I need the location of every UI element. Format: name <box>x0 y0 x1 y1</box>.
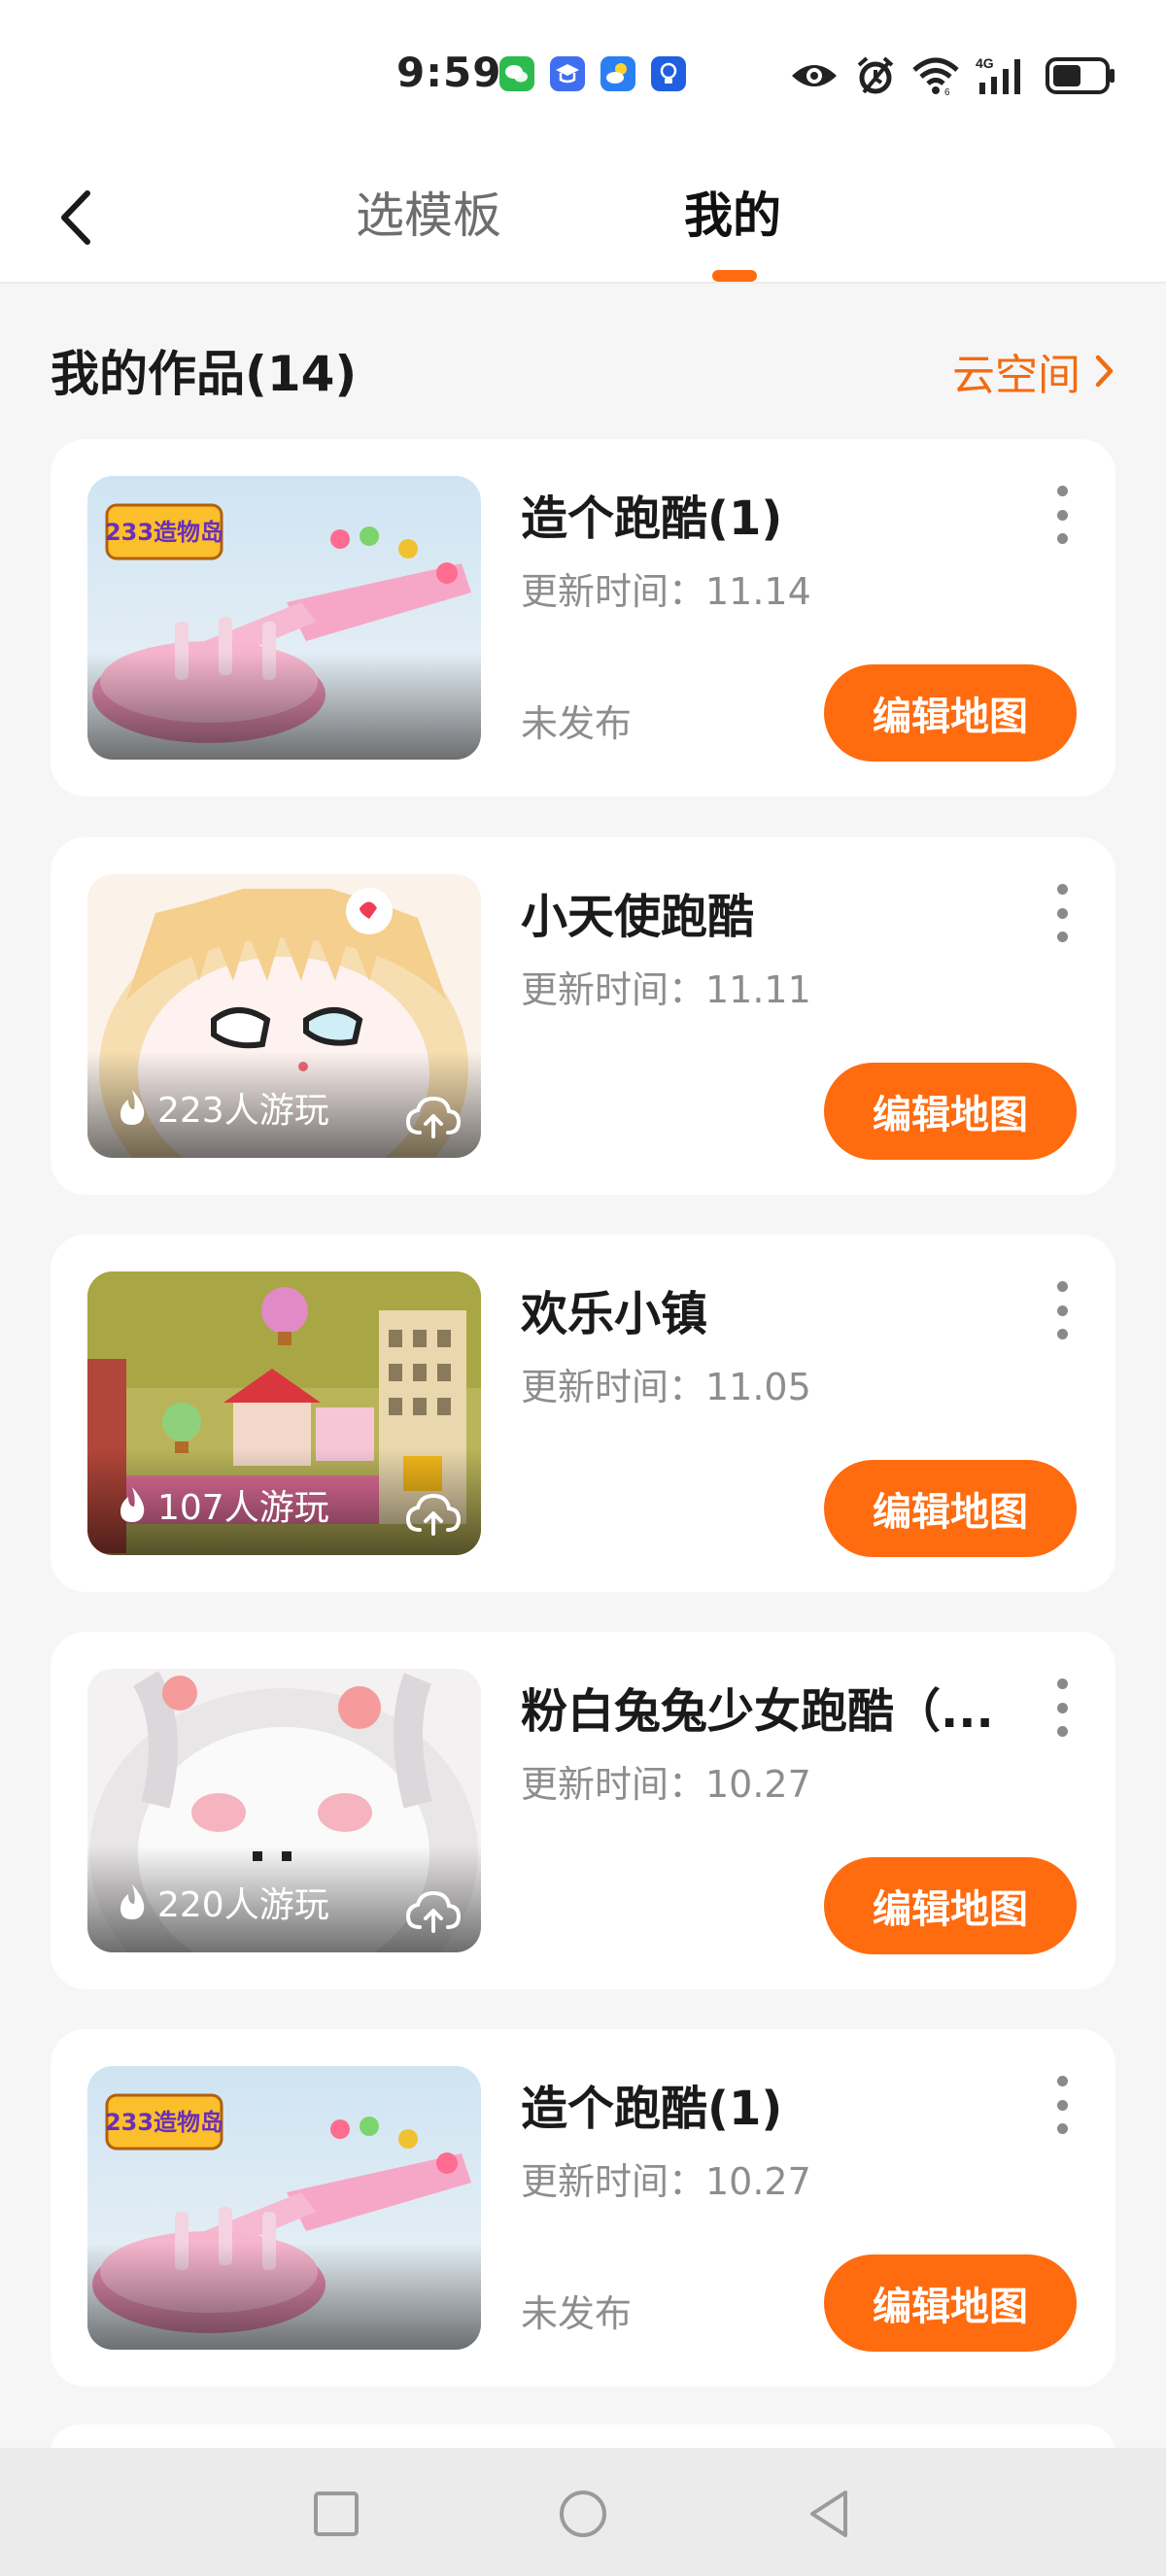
edit-map-button[interactable]: 编辑地图 <box>824 1460 1077 1557</box>
work-updated-time: 更新时间：11.11 <box>521 968 811 1011</box>
active-tab-indicator <box>712 270 757 282</box>
flame-icon <box>120 1090 145 1125</box>
svg-text:4G: 4G <box>976 55 994 71</box>
edit-map-button[interactable]: 编辑地图 <box>824 1857 1077 1954</box>
chevron-right-icon <box>1095 355 1114 388</box>
work-updated-time: 更新时间：11.14 <box>521 570 811 613</box>
more-dot <box>1056 2099 1068 2111</box>
play-count-label: 107人游玩 <box>157 1488 329 1528</box>
edit-map-button[interactable]: 编辑地图 <box>824 664 1077 762</box>
work-card[interactable]: 233造物岛 造个跑酷(1) 更新时间：11.14 未发布 编辑地图 <box>51 439 1115 797</box>
back-button[interactable] <box>47 179 105 256</box>
alarm-icon <box>857 56 894 94</box>
edit-map-button[interactable]: 编辑地图 <box>824 2254 1077 2352</box>
play-count: 107人游玩 <box>117 1479 329 1530</box>
study-app-icon <box>550 56 585 91</box>
work-title: 欢乐小镇 <box>521 1287 708 1341</box>
more-options-button[interactable] <box>1047 2076 1077 2134</box>
work-thumbnail[interactable]: 220人游玩 <box>87 1669 481 1952</box>
weather-app-icon <box>600 56 635 91</box>
work-title: 造个跑酷(1) <box>521 491 783 546</box>
work-title: 造个跑酷(1) <box>521 2082 783 2136</box>
more-options-button[interactable] <box>1047 486 1077 544</box>
more-dot <box>1056 509 1068 521</box>
work-thumbnail[interactable]: 233造物岛 <box>87 2066 481 2350</box>
more-dot <box>1056 486 1068 496</box>
thumb-shade <box>87 2243 481 2350</box>
home-button[interactable] <box>556 2487 610 2541</box>
work-thumbnail[interactable]: 223人游玩 <box>87 874 481 1158</box>
more-dot <box>1056 932 1068 942</box>
recent-apps-button[interactable] <box>309 2487 363 2541</box>
my-works-title: 我的作品(14) <box>51 346 358 402</box>
work-updated-time: 更新时间：10.27 <box>521 2160 811 2203</box>
more-dot <box>1056 1281 1068 1292</box>
work-title: 小天使跑酷 <box>521 890 755 944</box>
more-dot <box>1056 533 1068 544</box>
thumb-shade <box>87 653 481 760</box>
cloud-space-label: 云空间 <box>952 351 1080 400</box>
edit-map-button[interactable]: 编辑地图 <box>824 1063 1077 1160</box>
play-count: 220人游玩 <box>117 1877 329 1927</box>
thumb-badge-text: 233造物岛 <box>105 519 223 546</box>
top-tab-header: 选模板 我的 <box>0 155 1166 284</box>
work-card[interactable]: 233造物岛 造个跑酷(1) 更新时间：10.27 未发布 编辑地图 <box>51 2029 1115 2387</box>
wifi-icon: 6 <box>912 57 959 95</box>
status-bar: 9:59 6 4G <box>0 0 1166 155</box>
work-updated-time: 更新时间：11.05 <box>521 1366 811 1408</box>
bulb-app-icon <box>651 56 686 91</box>
back-nav-button[interactable] <box>803 2487 857 2541</box>
work-title: 粉白兔兔少女跑酷（... <box>521 1684 994 1739</box>
play-count: 223人游玩 <box>117 1082 329 1133</box>
battery-icon <box>1046 57 1115 94</box>
work-thumbnail[interactable]: 233造物岛 <box>87 476 481 760</box>
more-dot <box>1056 1329 1068 1339</box>
tab-templates[interactable]: 选模板 <box>356 177 501 254</box>
flame-icon <box>120 1487 145 1522</box>
more-options-button[interactable] <box>1047 1678 1077 1737</box>
svg-text:6: 6 <box>944 87 950 95</box>
thumb-badge-text: 233造物岛 <box>105 2109 223 2136</box>
more-options-button[interactable] <box>1047 1281 1077 1339</box>
more-dot <box>1056 1678 1068 1689</box>
more-dot <box>1056 1702 1068 1713</box>
cellular-4g-icon: 4G <box>976 55 1020 94</box>
chevron-left-icon <box>61 190 90 245</box>
work-card[interactable]: 220人游玩 粉白兔兔少女跑酷（... 更新时间：10.27 编辑地图 <box>51 1632 1115 1989</box>
cloud-upload-icon[interactable] <box>405 1491 462 1538</box>
more-dot <box>1056 884 1068 895</box>
more-dot <box>1056 2076 1068 2086</box>
play-count-label: 220人游玩 <box>157 1885 329 1925</box>
work-publish-status: 未发布 <box>521 2292 633 2335</box>
more-dot <box>1056 2123 1068 2134</box>
work-publish-status: 未发布 <box>521 702 633 745</box>
play-count-label: 223人游玩 <box>157 1091 329 1131</box>
cloud-space-link[interactable]: 云空间 <box>952 340 1115 402</box>
work-thumbnail[interactable]: 107人游玩 <box>87 1271 481 1555</box>
more-dot <box>1056 907 1068 919</box>
cloud-upload-icon[interactable] <box>405 1094 462 1140</box>
tab-mine[interactable]: 我的 <box>684 177 781 254</box>
more-dot <box>1056 1726 1068 1737</box>
more-options-button[interactable] <box>1047 884 1077 942</box>
eye-icon <box>792 65 837 86</box>
work-card[interactable]: 223人游玩 小天使跑酷 更新时间：11.11 编辑地图 <box>51 837 1115 1195</box>
cloud-upload-icon[interactable] <box>405 1888 462 1935</box>
status-time: 9:59 <box>396 49 502 96</box>
work-updated-time: 更新时间：10.27 <box>521 1763 811 1806</box>
flame-icon <box>120 1884 145 1919</box>
more-dot <box>1056 1305 1068 1316</box>
wechat-icon <box>499 56 534 91</box>
work-card[interactable]: 107人游玩 欢乐小镇 更新时间：11.05 编辑地图 <box>51 1235 1115 1592</box>
system-navigation-bar <box>0 2448 1166 2576</box>
